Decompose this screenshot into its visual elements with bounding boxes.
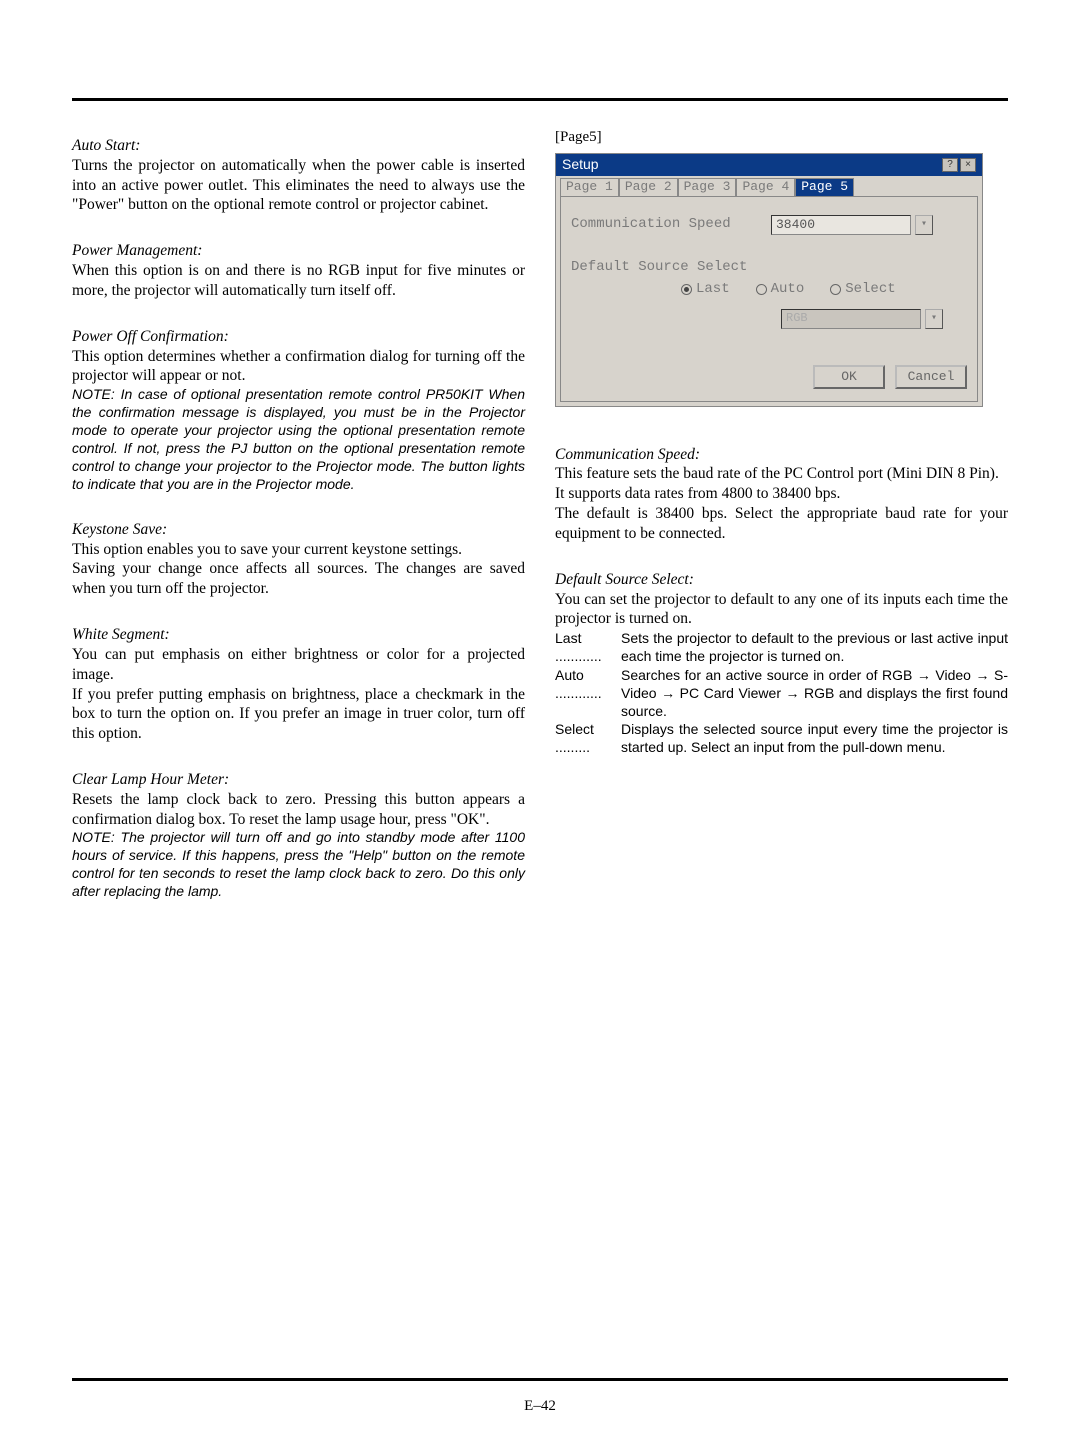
radio-select[interactable]: Select	[830, 281, 895, 299]
white-seg-body1: You can put emphasis on either brightnes…	[72, 645, 525, 685]
tab-page2[interactable]: Page 2	[619, 178, 678, 196]
comm-speed-label: Communication Speed	[571, 216, 771, 234]
auto-start-title: Auto Start:	[72, 136, 525, 156]
radio-last-label: Last	[696, 281, 730, 299]
cancel-button[interactable]: Cancel	[895, 365, 967, 389]
comm-speed-body3: The default is 38400 bps. Select the app…	[555, 504, 1008, 544]
comm-speed-input[interactable]: 38400	[771, 215, 911, 235]
clear-lamp-title: Clear Lamp Hour Meter:	[72, 770, 525, 790]
chevron-down-icon[interactable]: ▾	[915, 215, 933, 235]
def-row-last: Last ............ Sets the projector to …	[555, 629, 1008, 665]
power-off-title: Power Off Confirmation:	[72, 327, 525, 347]
comm-speed-body1: This feature sets the baud rate of the P…	[555, 464, 1008, 484]
keystone-title: Keystone Save:	[72, 520, 525, 540]
bottom-rule	[72, 1378, 1008, 1381]
disabled-select-input: RGB	[781, 309, 921, 329]
help-icon[interactable]: ?	[942, 158, 958, 172]
radio-dot-icon	[681, 284, 692, 295]
power-mgmt-title: Power Management:	[72, 241, 525, 261]
dialog-title-text: Setup	[562, 156, 599, 174]
radio-auto-label: Auto	[771, 281, 805, 299]
radio-dot-icon	[756, 284, 767, 295]
dialog-titlebar: Setup ? ×	[556, 154, 982, 176]
auto-start-body: Turns the projector on automatically whe…	[72, 156, 525, 215]
def-desc: Sets the projector to default to the pre…	[621, 629, 1008, 665]
close-icon[interactable]: ×	[960, 158, 976, 172]
def-row-select: Select ......... Displays the selected s…	[555, 720, 1008, 756]
dialog-body: Communication Speed 38400 ▾ Default Sour…	[560, 196, 978, 402]
page5-label: [Page5]	[555, 128, 1008, 147]
power-mgmt-body: When this option is on and there is no R…	[72, 261, 525, 301]
default-source-body: You can set the projector to default to …	[555, 590, 1008, 630]
white-seg-body2: If you prefer putting emphasis on bright…	[72, 685, 525, 744]
power-off-note: NOTE: In case of optional presentation r…	[72, 386, 525, 493]
right-column: [Page5] Setup ? × Page 1 Page 2 Page 3 P…	[555, 128, 1008, 901]
power-off-body: This option determines whether a confirm…	[72, 347, 525, 387]
radio-auto[interactable]: Auto	[756, 281, 805, 299]
tab-page1[interactable]: Page 1	[560, 178, 619, 196]
white-seg-title: White Segment:	[72, 625, 525, 645]
def-term: Last ............	[555, 629, 621, 665]
comm-speed-body2: It supports data rates from 4800 to 3840…	[555, 484, 1008, 504]
clear-lamp-body: Resets the lamp clock back to zero. Pres…	[72, 790, 525, 830]
definition-list: Last ............ Sets the projector to …	[555, 629, 1008, 756]
def-desc: Searches for an active source in order o…	[621, 666, 1008, 721]
radio-dot-icon	[830, 284, 841, 295]
default-source-label: Default Source Select	[571, 259, 967, 277]
chevron-down-icon: ▾	[925, 309, 943, 329]
top-rule	[72, 98, 1008, 101]
def-row-auto: Auto ............ Searches for an active…	[555, 666, 1008, 721]
keystone-body2: Saving your change once affects all sour…	[72, 559, 525, 599]
tab-page5[interactable]: Page 5	[795, 178, 854, 196]
clear-lamp-note: NOTE: The projector will turn off and go…	[72, 829, 525, 901]
radio-row: Last Auto Select	[681, 281, 967, 299]
def-term: Auto ............	[555, 666, 621, 721]
dialog-tabs: Page 1 Page 2 Page 3 Page 4 Page 5	[556, 178, 982, 196]
left-column: Auto Start: Turns the projector on autom…	[72, 128, 525, 901]
setup-dialog: Setup ? × Page 1 Page 2 Page 3 Page 4 Pa…	[555, 153, 983, 406]
radio-select-label: Select	[845, 281, 895, 299]
page-content: Auto Start: Turns the projector on autom…	[0, 0, 1080, 941]
page-number: E–42	[0, 1398, 1080, 1415]
def-term: Select .........	[555, 720, 621, 756]
two-columns: Auto Start: Turns the projector on autom…	[72, 128, 1008, 901]
default-source-title: Default Source Select:	[555, 570, 1008, 590]
radio-last[interactable]: Last	[681, 281, 730, 299]
tab-page4[interactable]: Page 4	[736, 178, 795, 196]
comm-speed-title: Communication Speed:	[555, 445, 1008, 465]
keystone-body1: This option enables you to save your cur…	[72, 540, 525, 560]
def-desc: Displays the selected source input every…	[621, 720, 1008, 756]
tab-page3[interactable]: Page 3	[678, 178, 737, 196]
ok-button[interactable]: OK	[813, 365, 885, 389]
